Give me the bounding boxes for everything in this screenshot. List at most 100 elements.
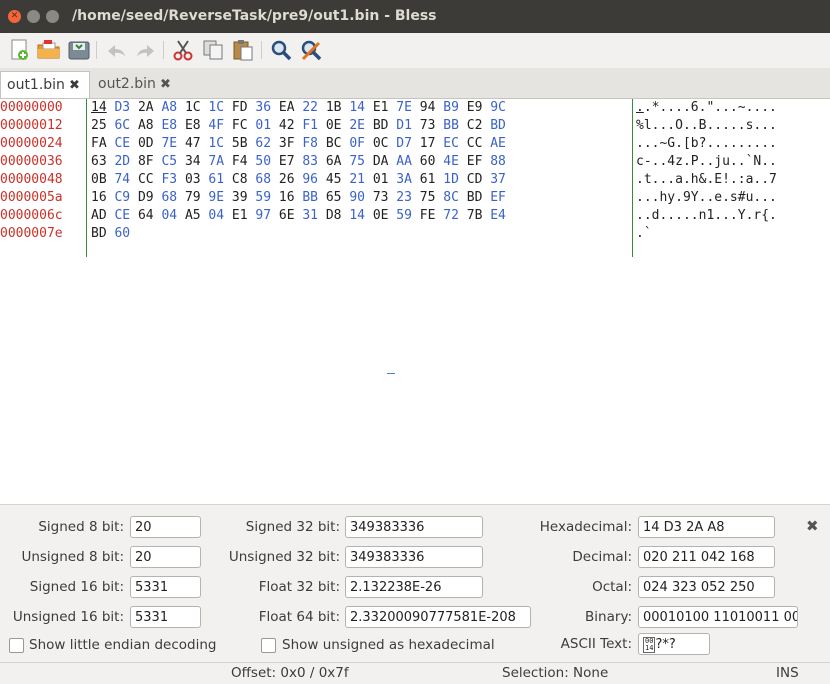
ascii-text-field[interactable]: 00 14 ?*? [638,633,710,655]
hex-byte[interactable]: 73 [420,118,436,133]
hex-byte[interactable]: 7A [208,154,224,169]
tab-out1[interactable]: out1.bin ✖ [0,71,90,98]
hex-byte[interactable]: 61 [208,172,224,187]
hex-byte[interactable]: 26 [279,172,295,187]
hex-editor[interactable]: 00000000 00000012 00000024 00000036 00000048… [0,99,830,504]
hex-byte[interactable]: 65 [326,190,342,205]
hex-byte[interactable]: 2E [349,118,365,133]
hex-byte[interactable]: 04 [208,208,224,223]
window-close-button[interactable]: ✕ [8,10,21,23]
hex-byte[interactable]: 0D [138,136,154,151]
ascii-row[interactable]: c-..4z.P..ju..`N.. [636,153,830,171]
ascii-row[interactable]: ..d.....n1...Y.r{. [636,207,830,225]
hex-byte[interactable]: 75 [349,154,365,169]
hex-byte[interactable]: 96 [302,172,318,187]
hex-byte[interactable]: 1C [208,136,224,151]
find-button[interactable] [268,37,294,63]
hex-byte[interactable]: 59 [396,208,412,223]
hex-byte[interactable]: FE [420,208,436,223]
hex-byte[interactable]: 61 [420,172,436,187]
hex-byte[interactable]: 2D [114,154,130,169]
signed16-field[interactable]: 5331 [130,576,201,598]
hexadecimal-field[interactable]: 14 D3 2A A8 [638,516,775,538]
hex-byte[interactable]: 0E [326,118,342,133]
hex-byte[interactable]: 8C [443,190,459,205]
little-endian-checkbox[interactable] [9,638,24,653]
hex-byte[interactable]: E9 [467,100,483,115]
ascii-column[interactable]: ..*....6."...~.... %l...O..B.....s... ...~… [636,99,830,243]
hex-byte[interactable]: 01 [373,172,389,187]
hex-byte[interactable]: C9 [114,190,130,205]
hex-row[interactable]: 0B 74 CC F3 03 61 C8 68 26 96 45 21 01 3… [91,171,631,189]
hex-byte[interactable]: 9C [490,100,506,115]
hex-byte[interactable]: 68 [255,172,271,187]
hex-row[interactable]: BD 60 [91,225,631,243]
float64-field[interactable]: 2.33200090777581E-208 [345,606,531,628]
copy-button[interactable] [200,37,226,63]
hex-byte[interactable]: 01 [255,118,271,133]
window-minimize-button[interactable] [27,10,40,23]
hex-byte[interactable]: 03 [185,172,201,187]
hex-byte[interactable]: A5 [185,208,201,223]
unsigned32-field[interactable]: 349383336 [345,546,483,568]
tab-out2[interactable]: out2.bin ✖ [92,71,188,98]
hex-byte[interactable]: A8 [161,100,177,115]
hex-byte[interactable]: EC [443,136,459,151]
hex-byte[interactable]: BD [91,226,107,241]
hex-byte[interactable]: 1C [208,100,224,115]
hex-byte[interactable]: AD [91,208,107,223]
hex-row[interactable]: 16 C9 D9 68 79 9E 39 59 16 BB 65 90 73 2… [91,189,631,207]
hex-byte[interactable]: 0E [373,208,389,223]
ascii-row[interactable]: .` [636,225,830,243]
window-maximize-button[interactable] [46,10,59,23]
hex-byte[interactable]: 60 [114,226,130,241]
unsigned8-field[interactable]: 20 [130,546,201,568]
hex-row[interactable]: 25 6C A8 E8 E8 4F FC 01 42 F1 0E 2E BD D… [91,117,631,135]
hex-byte[interactable]: EF [467,154,483,169]
insert-mode-status[interactable]: INS [776,663,799,684]
hex-byte[interactable]: 9E [208,190,224,205]
hex-byte[interactable]: 74 [114,172,130,187]
hex-byte[interactable]: 59 [255,190,271,205]
hex-byte[interactable]: C8 [232,172,248,187]
octal-field[interactable]: 024 323 052 250 [638,576,775,598]
hex-row[interactable]: AD CE 64 04 A5 04 E1 97 6E 31 D8 14 0E 5… [91,207,631,225]
decimal-field[interactable]: 020 211 042 168 [638,546,775,568]
hex-byte[interactable]: D1 [396,118,412,133]
hex-byte[interactable]: BC [326,136,342,151]
unsigned-hex-checkbox[interactable] [261,638,276,653]
hex-byte[interactable]: EF [490,190,506,205]
hex-byte[interactable]: 50 [255,154,271,169]
hex-byte[interactable]: 6A [326,154,342,169]
hex-byte[interactable]: 0C [373,136,389,151]
hex-byte[interactable]: E8 [185,118,201,133]
hex-byte[interactable]: CC [138,172,154,187]
hex-byte[interactable]: 6C [114,118,130,133]
hex-byte[interactable]: 5B [232,136,248,151]
ascii-row[interactable]: ...~G.[b?......... [636,135,830,153]
hex-byte[interactable]: 37 [490,172,506,187]
hex-byte[interactable]: AE [490,136,506,151]
hex-byte[interactable]: BD [490,118,506,133]
hex-byte[interactable]: E4 [490,208,506,223]
hex-byte[interactable]: 34 [185,154,201,169]
hex-byte[interactable]: BD [373,118,389,133]
hex-byte[interactable]: F4 [232,154,248,169]
hex-byte[interactable]: 7E [396,100,412,115]
save-button[interactable] [66,37,92,63]
hex-column[interactable]: 14 D3 2A A8 1C 1C FD 36 EA 22 1B 14 E1 7… [91,99,631,243]
hex-byte[interactable]: EA [279,100,295,115]
redo-button[interactable] [133,37,159,63]
hex-byte[interactable]: 64 [138,208,154,223]
hex-byte[interactable]: E1 [373,100,389,115]
new-file-button[interactable] [6,37,32,63]
hex-byte[interactable]: 14 [91,100,107,115]
unsigned16-field[interactable]: 5331 [130,606,201,628]
hex-byte[interactable]: FD [232,100,248,115]
hex-byte[interactable]: BB [302,190,318,205]
hex-byte[interactable]: 21 [349,172,365,187]
hex-byte[interactable]: 14 [349,100,365,115]
hex-byte[interactable]: 47 [185,136,201,151]
hex-byte[interactable]: 31 [302,208,318,223]
hex-byte[interactable]: 68 [161,190,177,205]
